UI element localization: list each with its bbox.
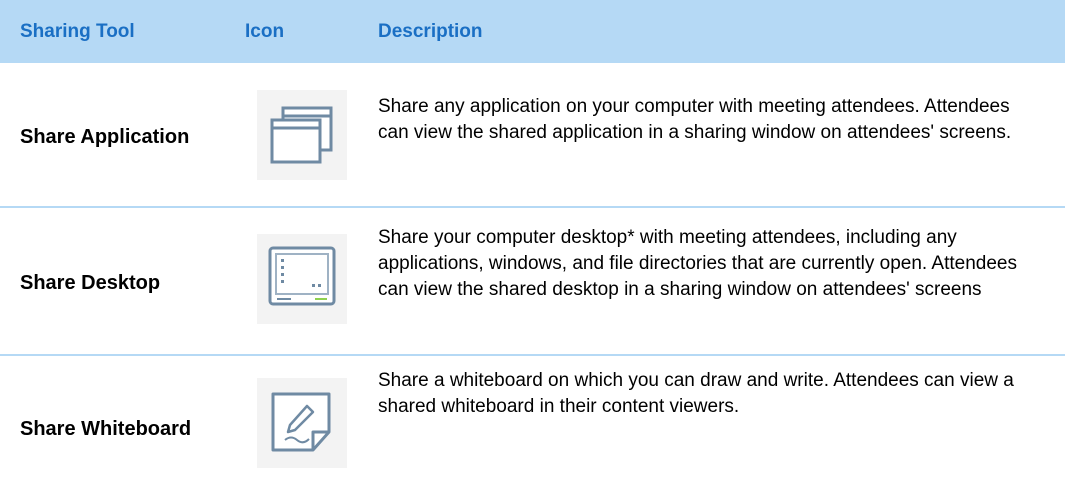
header-icon: Icon	[245, 21, 285, 42]
tool-name: Share Desktop	[20, 272, 161, 294]
desktop-monitor-icon	[257, 234, 347, 324]
whiteboard-pencil-icon	[257, 378, 347, 468]
tool-description: Share your computer desktop* with meetin…	[378, 227, 1017, 300]
table-header: Sharing Tool Icon Description	[0, 0, 1065, 63]
tool-description: Share any application on your computer w…	[378, 96, 1012, 143]
tool-description: Share a whiteboard on which you can draw…	[378, 370, 1014, 417]
header-sharing-tool: Sharing Tool	[20, 21, 135, 42]
tool-name: Share Whiteboard	[20, 418, 192, 440]
sharing-tools-table: Sharing Tool Icon Description Share Appl…	[0, 0, 1065, 493]
application-windows-icon	[257, 90, 347, 180]
table-row-share-application: Share Application Share any application …	[0, 63, 1065, 206]
table-row-share-desktop: Share Desktop Share your computer deskto…	[0, 208, 1065, 354]
tool-name: Share Application	[20, 126, 190, 148]
header-description: Description	[378, 21, 483, 42]
table-row-share-whiteboard: Share Whiteboard Share a whiteboard on w…	[0, 356, 1065, 493]
